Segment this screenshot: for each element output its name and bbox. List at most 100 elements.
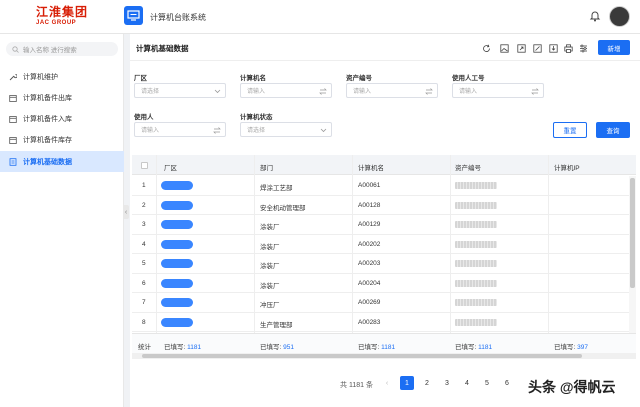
prev-page-button[interactable]: ‹ [380, 376, 394, 390]
sidebar-item-label: 计算机备件出库 [23, 94, 72, 102]
page-2[interactable]: 2 [420, 376, 434, 390]
summary-label: 统计 [138, 344, 151, 351]
asset-no-redacted [455, 201, 497, 209]
row-number: 1 [142, 182, 146, 189]
factory-select-placeholder: 请选择 [141, 89, 160, 95]
row-number: 7 [142, 299, 146, 306]
main-panel: 计算机基础数据 新增 厂区 请选择 计算机名 请输入 资产编号 请输入 使用人工… [130, 34, 640, 407]
col-computer-name[interactable]: 计算机名 [358, 162, 384, 172]
table-row[interactable]: 4 涂装厂 A00202 [132, 235, 636, 254]
sidebar-item-label: 计算机备件入库 [23, 115, 72, 123]
filter-user-label: 使用人 [134, 114, 154, 121]
summary-name: 已填写: 1181 [358, 344, 396, 351]
sidebar-search-input[interactable]: 输入名称 进行搜索 [6, 42, 118, 56]
user-id-placeholder: 请输入 [459, 89, 478, 95]
reset-button[interactable]: 重置 [553, 122, 587, 138]
page-6[interactable]: 6 [500, 376, 514, 390]
page-3[interactable]: 3 [440, 376, 454, 390]
logo-cn: 江淮集团 [36, 5, 89, 19]
horizontal-scrollbar[interactable] [132, 353, 636, 359]
sidebar-item-label: 计算机备件库存 [23, 136, 72, 144]
filter-factory-label: 厂区 [134, 75, 147, 82]
factory-tag [161, 278, 193, 288]
swap-icon [425, 87, 433, 95]
computer-name-cell: A00269 [358, 299, 381, 306]
swap-icon [319, 87, 327, 95]
table-row[interactable]: 2 安全机动管理部 A00128 [132, 196, 636, 215]
col-asset-no[interactable]: 资产编号 [455, 162, 481, 172]
wrench-icon [9, 73, 17, 81]
sidebar-item-label: 计算机基础数据 [23, 158, 72, 166]
factory-tag [161, 200, 193, 210]
factory-tag [161, 317, 193, 327]
dept-cell: 生产管理部 [260, 321, 293, 329]
user-input[interactable]: 请输入 [134, 122, 226, 137]
page-5[interactable]: 5 [480, 376, 494, 390]
row-number: 8 [142, 318, 146, 326]
table-row[interactable]: 7 冲压厂 A00269 [132, 293, 636, 313]
calendar-icon [9, 94, 17, 102]
sidebar-item-inbound[interactable]: 计算机备件入库 [0, 108, 124, 129]
calendar-icon [9, 115, 17, 123]
refresh-icon[interactable] [482, 44, 491, 53]
top-header: 江淮集团 JAC GROUP 计算机台账系统 [0, 0, 640, 34]
query-button[interactable]: 查询 [596, 122, 630, 138]
computer-name-cell: A00129 [358, 221, 381, 228]
print-icon[interactable] [564, 44, 573, 53]
filter-asset-no-label: 资产编号 [346, 75, 372, 82]
table-row[interactable]: 6 涂装厂 A00204 [132, 274, 636, 293]
export-icon[interactable] [517, 44, 526, 53]
edit-icon[interactable] [533, 44, 542, 53]
sidebar-item-outbound[interactable]: 计算机备件出库 [0, 87, 124, 108]
col-computer-ip[interactable]: 计算机IP [554, 162, 580, 172]
calendar-icon [9, 136, 17, 144]
header-divider [130, 60, 640, 61]
sidebar-item-basic-data[interactable]: 计算机基础数据 [0, 151, 124, 172]
table-row[interactable]: 3 涂装厂 A00129 [132, 215, 636, 235]
page-1[interactable]: 1 [400, 376, 414, 390]
page-4[interactable]: 4 [460, 376, 474, 390]
asset-no-input[interactable]: 请输入 [346, 83, 438, 98]
jac-logo: 江淮集团 JAC GROUP [36, 6, 88, 28]
col-dept[interactable]: 部门 [260, 162, 273, 172]
computer-name-cell: A00202 [358, 240, 381, 248]
image-icon[interactable] [500, 44, 509, 53]
asset-no-placeholder: 请输入 [353, 89, 372, 95]
factory-select[interactable]: 请选择 [134, 83, 226, 98]
document-icon [9, 157, 17, 166]
factory-tag [161, 220, 193, 229]
sidebar-item-maintenance[interactable]: 计算机维护 [0, 66, 124, 87]
sidebar-collapse-toggle[interactable]: ‹ [123, 205, 129, 219]
new-button[interactable]: 新增 [598, 40, 630, 55]
watermark: 头条 @得帆云 [528, 379, 616, 395]
scrollbar-thumb[interactable] [142, 354, 582, 358]
vertical-scrollbar[interactable] [629, 176, 636, 333]
filter-status-label: 计算机状态 [240, 114, 273, 121]
download-icon[interactable] [549, 44, 558, 53]
scrollbar-thumb[interactable] [630, 178, 635, 288]
settings-icon[interactable] [579, 44, 588, 53]
row-number: 3 [142, 221, 146, 228]
table-row[interactable]: 1 焊涂工艺部 A00061 [132, 176, 636, 196]
factory-tag [161, 239, 193, 249]
col-factory[interactable]: 厂区 [164, 162, 177, 172]
avatar[interactable] [609, 6, 630, 27]
asset-no-redacted [455, 279, 497, 287]
asset-no-redacted [455, 260, 497, 267]
computer-name-input[interactable]: 请输入 [240, 83, 332, 98]
user-id-input[interactable]: 请输入 [452, 83, 544, 98]
summary-ip: 已填写: 397 [554, 344, 588, 351]
bell-icon[interactable] [589, 10, 601, 22]
computer-name-cell: A00283 [358, 318, 381, 326]
computer-name-cell: A00203 [358, 260, 381, 267]
filter-computer-name-label: 计算机名 [240, 75, 266, 82]
table-row[interactable]: 8 生产管理部 A00283 [132, 313, 636, 332]
status-select[interactable]: 请选择 [240, 122, 332, 137]
select-all-checkbox[interactable] [141, 162, 148, 169]
row-number: 5 [142, 260, 146, 267]
table-row[interactable]: 5 涂装厂 A00203 [132, 254, 636, 274]
sidebar-item-stock[interactable]: 计算机备件库存 [0, 129, 124, 150]
asset-no-redacted [455, 318, 497, 326]
dept-cell: 冲压厂 [260, 302, 280, 309]
filter-user-id-label: 使用人工号 [452, 75, 485, 82]
